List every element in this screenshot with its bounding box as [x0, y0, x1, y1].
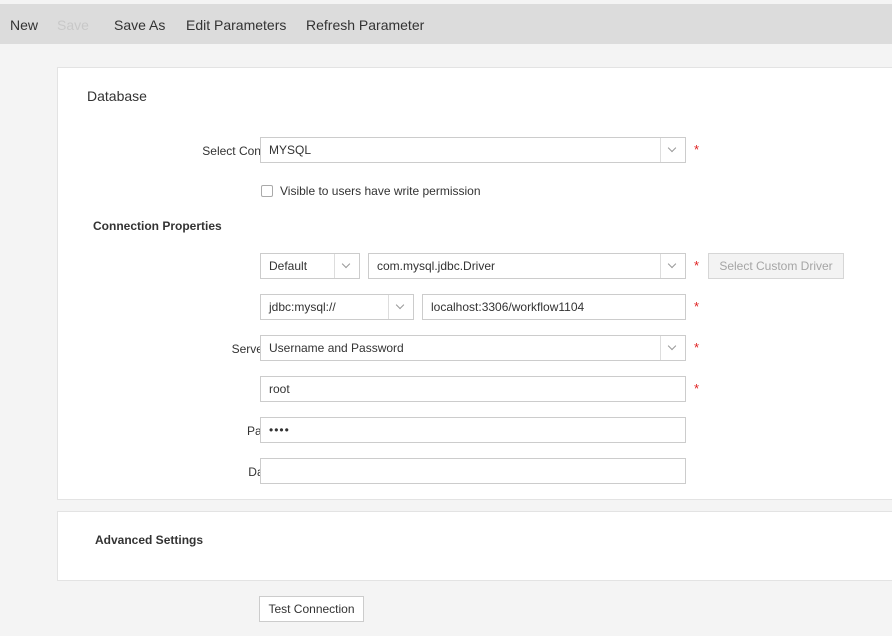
chevron-down-icon [341, 259, 351, 269]
edit-parameters-button[interactable]: Edit Parameters [186, 4, 286, 44]
driver-type-dropdown[interactable]: Default [260, 253, 360, 279]
database-title: Database [87, 88, 147, 104]
select-connection-value: MYSQL [269, 143, 312, 157]
visible-write-permission-checkbox[interactable] [261, 185, 273, 197]
password-input[interactable]: •••• [260, 417, 686, 443]
advanced-settings-panel[interactable]: Advanced Settings [57, 511, 892, 581]
database-panel: Database Select Connection: MYSQL * Visi… [57, 67, 892, 500]
save-as-button[interactable]: Save As [114, 4, 165, 44]
driver-class-toggle[interactable] [660, 254, 685, 278]
driver-class-value: com.mysql.jdbc.Driver [377, 259, 496, 273]
url-prefix-dropdown[interactable]: jdbc:mysql:// [260, 294, 414, 320]
save-button[interactable]: Save [57, 4, 89, 44]
database-input[interactable] [260, 458, 686, 484]
refresh-parameter-button[interactable]: Refresh Parameter [306, 4, 424, 44]
driver-class-dropdown[interactable]: com.mysql.jdbc.Driver [368, 253, 686, 279]
chevron-down-icon [667, 259, 677, 269]
select-custom-driver-button[interactable]: Select Custom Driver [708, 253, 844, 279]
required-marker: * [694, 258, 700, 273]
server-login-toggle[interactable] [660, 336, 685, 360]
url-prefix-value: jdbc:mysql:// [269, 300, 336, 314]
driver-type-value: Default [269, 259, 308, 273]
server-login-value: Username and Password [269, 341, 404, 355]
user-input[interactable]: root [260, 376, 686, 402]
toolbar: New Save Save As Edit Parameters Refresh… [0, 4, 892, 44]
select-connection-dropdown[interactable]: MYSQL [260, 137, 686, 163]
server-login-dropdown[interactable]: Username and Password [260, 335, 686, 361]
chevron-down-icon [667, 143, 677, 153]
required-marker: * [694, 299, 700, 314]
required-marker: * [694, 340, 700, 355]
advanced-settings-title[interactable]: Advanced Settings [95, 533, 203, 547]
url-prefix-toggle[interactable] [388, 295, 413, 319]
chevron-down-icon [395, 300, 405, 310]
driver-type-toggle[interactable] [334, 254, 359, 278]
visible-write-permission-label: Visible to users have write permission [280, 184, 481, 198]
required-marker: * [694, 381, 700, 396]
connection-properties-title: Connection Properties [93, 219, 222, 233]
select-connection-toggle[interactable] [660, 138, 685, 162]
url-host-input[interactable]: localhost:3306/workflow1104 [422, 294, 686, 320]
test-connection-button[interactable]: Test Connection [259, 596, 364, 622]
required-marker: * [694, 142, 700, 157]
chevron-down-icon [667, 341, 677, 351]
new-button[interactable]: New [10, 4, 38, 44]
